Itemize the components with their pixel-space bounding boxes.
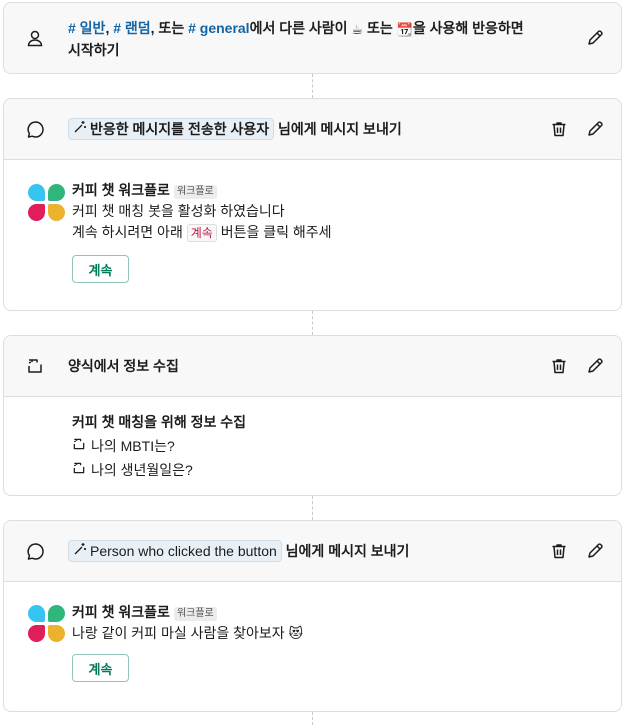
- message-line: 커피 챗 매칭 봇을 활성화 하였습니다: [72, 203, 285, 219]
- sender-tag: 워크플로: [173, 185, 217, 199]
- trigger-text: 또는: [363, 20, 397, 36]
- message-line: 나랑 같이 커피 마실 사람을 찾아보자: [72, 625, 289, 641]
- pencil-icon[interactable]: [585, 541, 605, 561]
- variable-token[interactable]: 반응한 메시지를 전송한 사용자: [68, 118, 275, 140]
- form-icon: [72, 434, 86, 458]
- inline-code: 계속: [186, 224, 217, 242]
- connector-line: [312, 311, 313, 335]
- form-title: 커피 챗 매칭을 위해 정보 수집: [72, 414, 247, 430]
- calendar-emoji: 📆: [396, 22, 413, 37]
- continue-button[interactable]: 계속: [72, 654, 129, 682]
- workflow-logo: [28, 184, 66, 222]
- magic-wand-icon: [73, 119, 87, 139]
- message-preview: 커피 챗 워크플로 워크플로 나랑 같이 커피 마실 사람을 찾아보자 😻 계속: [4, 582, 621, 711]
- coffee-emoji: ☕: [351, 22, 364, 37]
- channel-link[interactable]: # general: [188, 20, 249, 36]
- form-preview: 커피 챗 매칭을 위해 정보 수집 나의 MBTI는? 나의 생년월일은?: [4, 397, 621, 495]
- message-content: 커피 챗 워크플로 워크플로 나랑 같이 커피 마실 사람을 찾아보자 😻: [72, 602, 303, 644]
- separator-text: , 또는: [150, 20, 189, 36]
- connector-line: [312, 74, 313, 98]
- step-header: 반응한 메시지를 전송한 사용자 님에게 메시지 보내기: [4, 99, 621, 160]
- step-send-message-card[interactable]: Person who clicked the button 님에게 메시지 보내…: [3, 520, 622, 712]
- trigger-description: # 일반, # 랜덤, 또는 # general에서 다른 사람이 ☕ 또는 📆…: [68, 18, 524, 61]
- channel-link[interactable]: # 랜덤: [113, 20, 150, 36]
- trigger-card[interactable]: # 일반, # 랜덤, 또는 # general에서 다른 사람이 ☕ 또는 📆…: [3, 2, 622, 74]
- step-send-message-card[interactable]: 반응한 메시지를 전송한 사용자 님에게 메시지 보내기 커피 챗 워크플로 워크…: [3, 98, 622, 311]
- question-label: 나의 MBTI는?: [91, 438, 175, 454]
- trash-icon[interactable]: [549, 356, 569, 376]
- message-preview: 커피 챗 워크플로 워크플로 커피 챗 매칭 봇을 활성화 하였습니다 계속 하시…: [4, 160, 621, 310]
- step-title-suffix: 님에게 메시지 보내기: [281, 543, 410, 559]
- message-line: 계속 하시려면 아래: [72, 224, 187, 240]
- token-label: 반응한 메시지를 전송한 사용자: [90, 121, 270, 137]
- pencil-icon[interactable]: [585, 356, 605, 376]
- sender-name: 커피 챗 워크플로: [72, 182, 170, 198]
- magic-wand-icon: [73, 541, 87, 561]
- form-content: 커피 챗 매칭을 위해 정보 수집 나의 MBTI는? 나의 생년월일은?: [72, 410, 246, 482]
- channel-link[interactable]: # 일반: [68, 20, 105, 36]
- step-header: 양식에서 정보 수집: [4, 336, 621, 397]
- pencil-icon[interactable]: [585, 28, 605, 48]
- step-title: 반응한 메시지를 전송한 사용자 님에게 메시지 보내기: [68, 118, 402, 140]
- form-question: 나의 생년월일은?: [72, 458, 246, 482]
- sender-name: 커피 챗 워크플로: [72, 604, 170, 620]
- trigger-text: 에서 다른 사람이: [249, 20, 352, 36]
- speech-bubble-icon: [24, 540, 46, 562]
- step-header: Person who clicked the button 님에게 메시지 보내…: [4, 521, 621, 582]
- message-content: 커피 챗 워크플로 워크플로 커피 챗 매칭 봇을 활성화 하였습니다 계속 하시…: [72, 180, 332, 243]
- variable-token[interactable]: Person who clicked the button: [68, 540, 282, 562]
- connector-line: [312, 712, 313, 725]
- form-question: 나의 MBTI는?: [72, 434, 246, 458]
- sender-tag: 워크플로: [173, 607, 217, 621]
- step-title: Person who clicked the button 님에게 메시지 보내…: [68, 540, 409, 562]
- continue-button[interactable]: 계속: [72, 255, 129, 283]
- trash-icon[interactable]: [549, 119, 569, 139]
- workflow-logo: [28, 605, 66, 643]
- trigger-header: # 일반, # 랜덤, 또는 # general에서 다른 사람이 ☕ 또는 📆…: [4, 3, 621, 73]
- form-icon: [24, 355, 46, 377]
- person-icon: [24, 27, 46, 49]
- trigger-text: 을 사용해 반응하면: [412, 20, 524, 36]
- trash-icon[interactable]: [549, 541, 569, 561]
- heart-eyes-cat-emoji: 😻: [288, 625, 304, 641]
- message-line: 버튼을 클릭 해주세: [216, 224, 332, 240]
- token-label: Person who clicked the button: [90, 543, 277, 559]
- form-icon: [72, 458, 86, 482]
- speech-bubble-icon: [24, 118, 46, 140]
- step-collect-form-card[interactable]: 양식에서 정보 수집 커피 챗 매칭을 위해 정보 수집 나의 MBTI는? 나…: [3, 335, 622, 496]
- step-title-suffix: 님에게 메시지 보내기: [274, 121, 402, 137]
- connector-line: [312, 496, 313, 520]
- step-title: 양식에서 정보 수집: [68, 358, 179, 374]
- question-label: 나의 생년월일은?: [91, 462, 193, 478]
- pencil-icon[interactable]: [585, 119, 605, 139]
- trigger-text: 시작하기: [68, 42, 120, 58]
